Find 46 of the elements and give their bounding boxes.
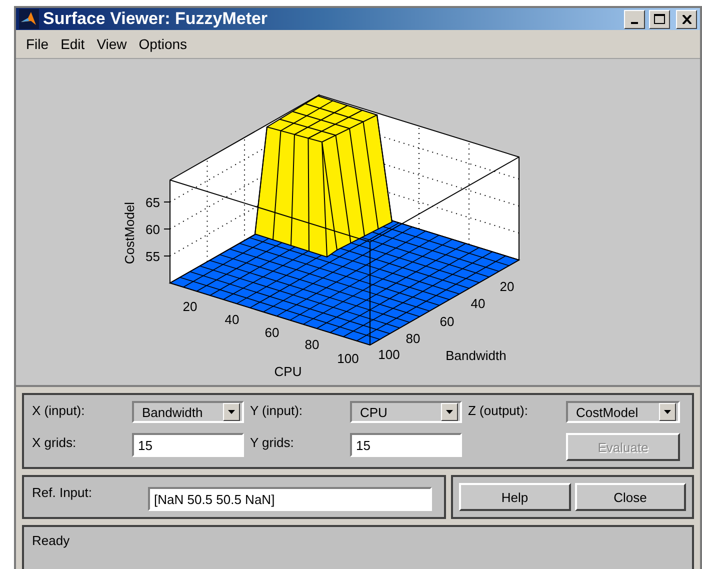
field-label: Z (output): bbox=[468, 402, 529, 418]
dropdown[interactable]: CPU bbox=[350, 401, 462, 423]
tick-label: 60 bbox=[264, 325, 280, 340]
maximize-icon bbox=[654, 14, 665, 24]
minimize-icon bbox=[631, 22, 638, 24]
input-field[interactable]: 15 bbox=[350, 433, 462, 457]
tick-label: 100 bbox=[337, 351, 359, 366]
menu-item[interactable]: File bbox=[20, 34, 55, 54]
minimize-button[interactable] bbox=[624, 10, 645, 28]
field-label: Y grids: bbox=[250, 434, 295, 450]
tick-label: 60 bbox=[146, 222, 160, 237]
dropdown[interactable]: CostModel bbox=[566, 401, 680, 423]
close-icon bbox=[682, 14, 692, 24]
field-label: X (input): bbox=[32, 402, 86, 418]
maximize-button[interactable] bbox=[649, 10, 670, 28]
input-field[interactable]: 15 bbox=[132, 433, 244, 457]
window-title: Surface Viewer: FuzzyMeter bbox=[43, 9, 269, 29]
tick-label: 65 bbox=[146, 195, 160, 210]
axis-title: CostModel bbox=[122, 202, 137, 264]
field-label: Ref. Input: bbox=[32, 484, 93, 500]
input-field[interactable]: [NaN 50.5 50.5 NaN] bbox=[148, 487, 432, 511]
tick-label: 60 bbox=[440, 314, 454, 329]
field-label: Y (input): bbox=[250, 402, 304, 418]
tick-label: 80 bbox=[304, 337, 320, 352]
caret-down-icon bbox=[664, 410, 671, 414]
tick-label: 55 bbox=[146, 249, 160, 264]
axis-title: Bandwidth bbox=[446, 348, 506, 363]
menu-item[interactable]: Options bbox=[132, 34, 194, 54]
status-text: Ready bbox=[32, 533, 71, 550]
dropdown[interactable]: Bandwidth bbox=[132, 401, 244, 423]
axis-title: CPU bbox=[274, 364, 302, 379]
app-logo-icon bbox=[19, 9, 39, 29]
caret-down-icon bbox=[446, 410, 453, 414]
tick-label: 40 bbox=[470, 296, 486, 311]
tick-label: 80 bbox=[406, 331, 420, 346]
caret-down-icon bbox=[228, 410, 235, 414]
menu-item[interactable]: View bbox=[90, 34, 133, 54]
tick-label: 40 bbox=[224, 312, 240, 327]
tick-label: 20 bbox=[182, 299, 198, 314]
menu-item[interactable]: Edit bbox=[54, 34, 91, 54]
field-label: X grids: bbox=[32, 434, 78, 450]
close-window-button[interactable] bbox=[676, 10, 697, 28]
close-button[interactable]: Close bbox=[574, 483, 686, 511]
tick-label: 100 bbox=[378, 347, 400, 362]
tick-label: 20 bbox=[500, 279, 514, 294]
help-button[interactable]: Help bbox=[459, 483, 570, 511]
